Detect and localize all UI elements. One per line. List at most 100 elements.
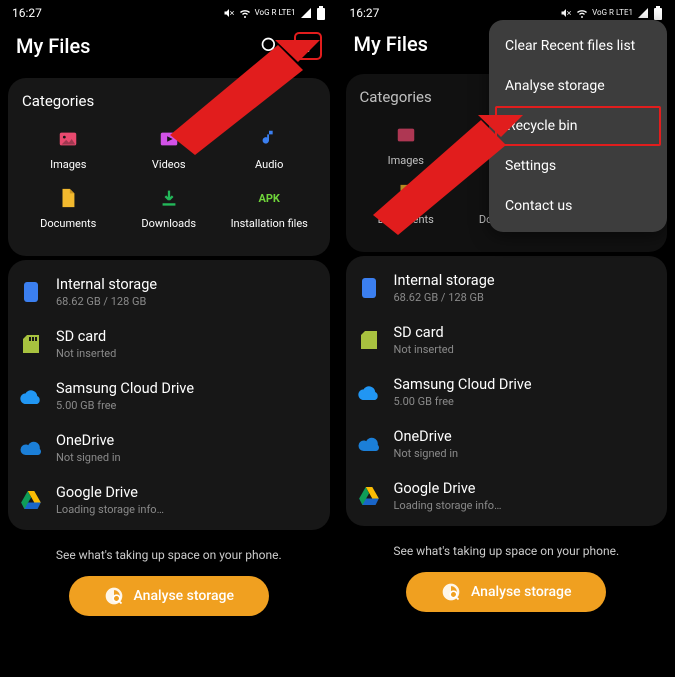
- analyse-storage-button[interactable]: Analyse storage: [69, 576, 269, 616]
- net-label: VoG R LTE1: [255, 9, 296, 17]
- storage-title: Google Drive: [56, 484, 164, 501]
- category-apk[interactable]: APK Installation files: [219, 181, 319, 240]
- storage-sdcard[interactable]: SD card Not inserted: [14, 318, 324, 370]
- analyse-icon: [104, 586, 124, 606]
- category-documents[interactable]: Documents: [18, 181, 118, 240]
- document-icon: [57, 187, 79, 209]
- onedrive-icon: [358, 433, 380, 455]
- categories-card: Categories Images Videos Audio Documents…: [8, 78, 330, 256]
- storage-card: Internal storage68.62 GB / 128 GB SD car…: [346, 256, 668, 526]
- status-bar: 16:27 VoG R LTE1: [0, 0, 338, 22]
- wifi-icon: [239, 7, 251, 19]
- storage-samsung-cloud[interactable]: Samsung Cloud Drive5.00 GB free: [14, 370, 324, 422]
- category-label: Images: [388, 154, 424, 167]
- category-label: Documents: [40, 217, 96, 230]
- storage-sub: Not inserted: [56, 347, 116, 360]
- apk-icon: APK: [258, 187, 280, 209]
- storage-title: SD card: [56, 328, 116, 345]
- category-documents[interactable]: Documents: [356, 177, 456, 236]
- phone-storage-icon: [20, 281, 42, 303]
- sdcard-icon: [358, 329, 380, 351]
- category-videos[interactable]: Videos: [118, 122, 218, 181]
- category-images[interactable]: Images: [356, 118, 456, 177]
- download-icon: [158, 187, 180, 209]
- storage-sub: Loading storage info…: [394, 499, 502, 512]
- storage-sub: 5.00 GB free: [394, 395, 532, 408]
- phone-left: 16:27 VoG R LTE1 My Files Categories Ima…: [0, 0, 338, 677]
- more-vert-icon: [300, 38, 316, 54]
- category-label: Videos: [152, 158, 186, 171]
- wifi-icon: [576, 7, 588, 19]
- category-audio[interactable]: Audio: [219, 122, 319, 181]
- storage-sub: 68.62 GB / 128 GB: [56, 295, 157, 308]
- analyse-storage-button[interactable]: Analyse storage: [406, 572, 606, 612]
- storage-sdcard[interactable]: SD card Not inserted: [352, 314, 662, 366]
- status-bar: 16:27 VoG R LTE1: [338, 0, 675, 22]
- storage-title: SD card: [394, 324, 454, 341]
- menu-contact-us[interactable]: Contact us: [489, 186, 667, 226]
- mute-icon: [560, 7, 572, 19]
- category-downloads[interactable]: Downloads: [118, 181, 218, 240]
- phone-right: 16:27 VoG R LTE1 My Files Categories Ima…: [338, 0, 675, 677]
- storage-title: OneDrive: [56, 432, 121, 449]
- category-label: Installation files: [231, 217, 308, 230]
- analyse-label: Analyse storage: [134, 588, 234, 604]
- status-icons: VoG R LTE1: [223, 6, 326, 20]
- search-icon: [260, 36, 280, 56]
- signal-icon: [300, 7, 312, 19]
- storage-title: OneDrive: [394, 428, 459, 445]
- storage-sub: Loading storage info…: [56, 503, 164, 516]
- samsung-cloud-icon: [20, 385, 42, 407]
- storage-title: Samsung Cloud Drive: [394, 376, 532, 393]
- storage-google-drive[interactable]: Google Drive Loading storage info…: [14, 474, 324, 526]
- category-label: Downloads: [141, 217, 196, 230]
- storage-card: Internal storage 68.62 GB / 128 GB SD car…: [8, 260, 330, 530]
- storage-title: Internal storage: [56, 276, 157, 293]
- footer-hint: See what's taking up space on your phone…: [338, 544, 675, 558]
- category-label: Images: [50, 158, 86, 171]
- storage-title: Samsung Cloud Drive: [56, 380, 194, 397]
- audio-icon: [258, 128, 280, 150]
- storage-internal[interactable]: Internal storage 68.62 GB / 128 GB: [14, 266, 324, 318]
- image-icon: [395, 124, 417, 146]
- video-icon: [158, 128, 180, 150]
- storage-sub: 68.62 GB / 128 GB: [394, 291, 495, 304]
- more-button[interactable]: [294, 32, 322, 60]
- clock: 16:27: [350, 6, 380, 20]
- footer-hint: See what's taking up space on your phone…: [0, 548, 338, 562]
- header: My Files: [0, 22, 338, 74]
- menu-analyse-storage[interactable]: Analyse storage: [489, 66, 667, 106]
- storage-onedrive[interactable]: OneDrive Not signed in: [352, 418, 662, 470]
- image-icon: [57, 128, 79, 150]
- analyse-icon: [441, 582, 461, 602]
- google-drive-icon: [20, 489, 42, 511]
- storage-samsung-cloud[interactable]: Samsung Cloud Drive 5.00 GB free: [352, 366, 662, 418]
- page-title: My Files: [16, 34, 90, 58]
- overflow-menu: Clear Recent files list Analyse storage …: [489, 20, 667, 232]
- mute-icon: [223, 7, 235, 19]
- phone-storage-icon: [358, 277, 380, 299]
- menu-settings[interactable]: Settings: [489, 146, 667, 186]
- document-icon: [395, 183, 417, 205]
- storage-internal[interactable]: Internal storage68.62 GB / 128 GB: [352, 262, 662, 314]
- onedrive-icon: [20, 437, 42, 459]
- menu-recycle-bin[interactable]: Recycle bin: [495, 106, 661, 146]
- google-drive-icon: [358, 485, 380, 507]
- menu-clear-recent[interactable]: Clear Recent files list: [489, 26, 667, 66]
- category-label: Audio: [255, 158, 283, 171]
- storage-sub: Not signed in: [394, 447, 459, 460]
- sdcard-icon: [20, 333, 42, 355]
- page-title: My Files: [354, 32, 428, 56]
- category-images[interactable]: Images: [18, 122, 118, 181]
- search-button[interactable]: [256, 32, 284, 60]
- storage-onedrive[interactable]: OneDriveNot signed in: [14, 422, 324, 474]
- analyse-label: Analyse storage: [471, 584, 571, 600]
- samsung-cloud-icon: [358, 381, 380, 403]
- battery-icon: [653, 6, 663, 20]
- storage-title: Google Drive: [394, 480, 502, 497]
- storage-google-drive[interactable]: Google Drive Loading storage info…: [352, 470, 662, 522]
- storage-sub: Not inserted: [394, 343, 454, 356]
- categories-title: Categories: [22, 92, 316, 110]
- battery-icon: [316, 6, 326, 20]
- clock: 16:27: [12, 6, 42, 20]
